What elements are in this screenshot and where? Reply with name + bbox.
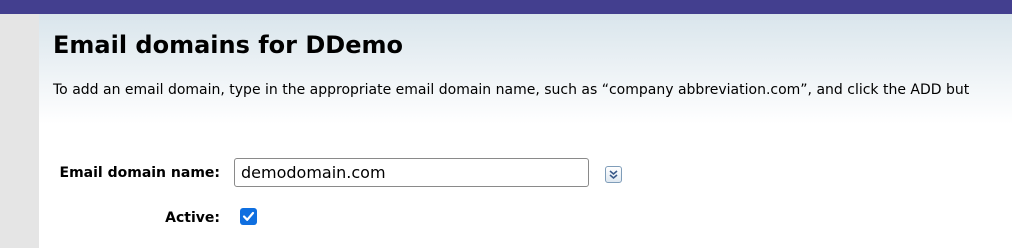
main-content: Email domains for DDemo To add an email …	[39, 14, 1012, 248]
expand-button[interactable]	[605, 166, 622, 183]
email-domain-label: Email domain name:	[59, 165, 220, 181]
top-navigation-bar	[0, 0, 1012, 14]
email-domain-input[interactable]	[234, 158, 589, 187]
active-checkbox[interactable]	[240, 208, 257, 225]
active-label: Active:	[165, 210, 220, 226]
active-row: Active:	[39, 204, 1012, 232]
page-title: Email domains for DDemo	[53, 31, 403, 59]
email-domain-row: Email domain name:	[39, 157, 1012, 189]
double-chevron-down-icon	[609, 170, 618, 180]
instructions-text: To add an email domain, type in the appr…	[53, 82, 970, 98]
left-sidebar-strip	[0, 14, 39, 248]
checkmark-icon	[242, 211, 255, 221]
